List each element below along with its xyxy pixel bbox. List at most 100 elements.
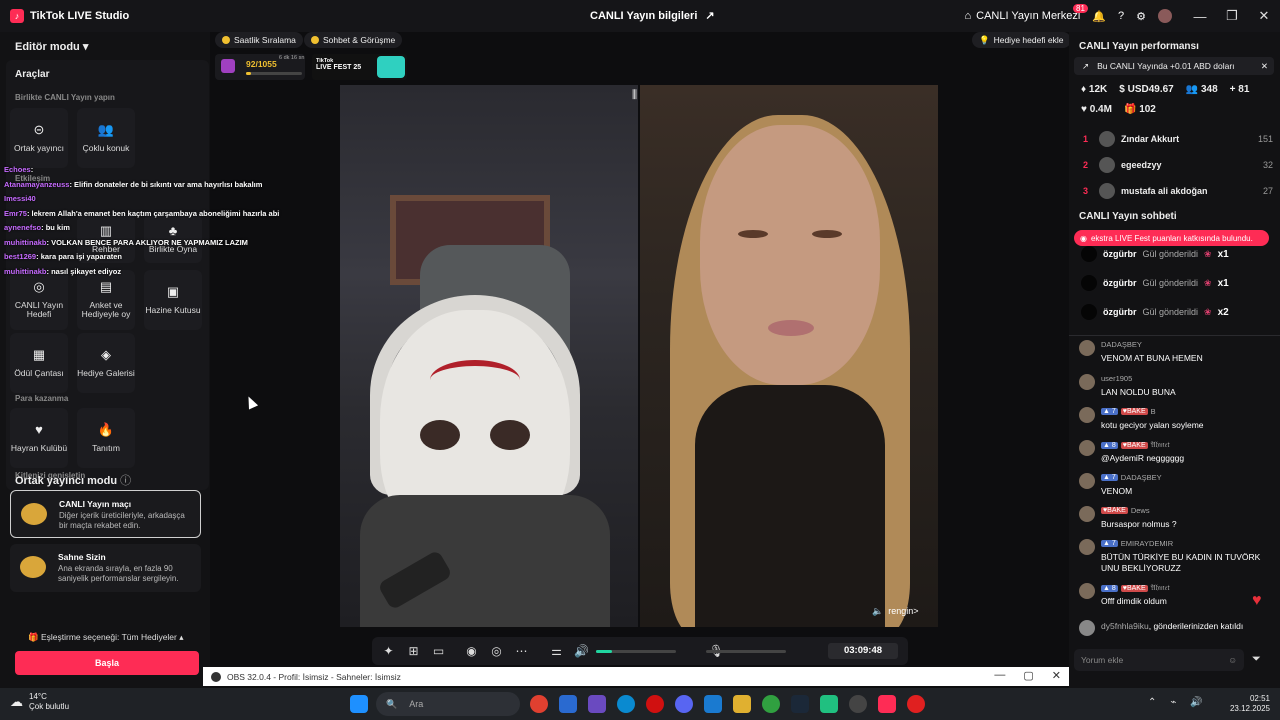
obs-taskbar-icon[interactable] — [849, 695, 867, 713]
avatar — [1079, 374, 1095, 390]
store-icon[interactable] — [559, 695, 577, 713]
teams-icon[interactable] — [588, 695, 606, 713]
adjust-icon[interactable]: ⚌ — [544, 644, 569, 658]
emoji-icon[interactable]: ☺ — [1228, 655, 1237, 665]
search-icon: 🔍 — [386, 698, 398, 709]
edge-icon[interactable] — [617, 695, 635, 713]
matching-option[interactable]: 🎁 Eşleştirme seçeneği: Tüm Hediyeler ▴ — [28, 632, 184, 643]
overlay-chat-line: Imessi40 — [4, 194, 36, 203]
taskbar: ☁ 14°C Çok bulutlu 🔍 Ara ⌃ ⌁ 🔊 02:51 23.1… — [0, 688, 1280, 720]
stat-diamonds: ♦ 12K — [1081, 84, 1108, 95]
live-goal-widget[interactable]: 92/1055 6 dk 16 sn — [215, 54, 305, 80]
live-fest-banner[interactable]: TikTok LIVE FEST 25 — [312, 54, 407, 80]
hourly-ranking-chip[interactable]: Saatlik Sıralama — [215, 32, 303, 48]
close-icon[interactable]: ✕ — [1261, 61, 1268, 72]
mic-slider[interactable] — [706, 650, 786, 653]
steam-icon[interactable] — [791, 695, 809, 713]
screen-icon[interactable]: ▭ — [426, 644, 451, 658]
cloud-icon: ☁ — [10, 694, 23, 709]
effects-icon[interactable]: ✦ — [376, 644, 401, 658]
volume-tray-icon[interactable]: 🔊 — [1190, 697, 1202, 708]
overlay-chat-line: muhittinakb: nasıl şikayet ediyoz — [4, 266, 122, 276]
record-icon[interactable]: ◉ — [459, 644, 484, 658]
cohost-mode-heading: Ortak yayıncı modu ⓘ — [15, 475, 132, 487]
weather-widget[interactable]: ☁ 14°C Çok bulutlu — [10, 692, 69, 712]
earnings-banner: ↗ Bu CANLI Yayında +0.01 ABD doları ✕ — [1074, 57, 1274, 75]
live-info-title[interactable]: CANLI Yayın bilgileri ↗ — [590, 9, 715, 23]
treasure-box-icon: ▣ — [166, 283, 180, 299]
tool-cohost[interactable]: ⊝ Ortak yayıncı — [10, 108, 68, 168]
network-icon[interactable]: ⌁ — [1170, 697, 1176, 708]
tool-multi-guest[interactable]: 👥 Çoklu konuk — [77, 108, 135, 168]
rank-row[interactable]: 2 egeedzyy 32 — [1083, 156, 1273, 174]
notification-bell-icon[interactable]: 🔔 — [1092, 10, 1106, 23]
app-icon[interactable] — [820, 695, 838, 713]
folder-icon[interactable] — [733, 695, 751, 713]
fest-icon: ◉ — [1080, 233, 1087, 243]
comment-input[interactable]: Yorum ekle ☺ — [1074, 649, 1244, 671]
fest-points-banner: ◉ ekstra LIVE Fest puanları katkısında bu… — [1074, 230, 1269, 246]
stat-usd: $ USD49.67 — [1119, 84, 1174, 95]
minimize-button[interactable]: — — [1184, 9, 1216, 24]
chat-meet-chip[interactable]: Sohbet & Görüşme — [304, 32, 403, 48]
avatar — [1081, 304, 1097, 320]
live-timer: 03:09:48 — [828, 643, 898, 659]
volume-slider[interactable] — [596, 650, 676, 653]
info-icon[interactable]: ⓘ — [120, 475, 131, 487]
mail-icon[interactable] — [704, 695, 722, 713]
users-icon: 👥 — [97, 121, 115, 137]
share-icon[interactable]: ↗ — [705, 9, 714, 22]
start-button[interactable]: Başla — [15, 651, 199, 675]
more-icon[interactable]: ⋯ — [509, 644, 534, 658]
guest-label[interactable]: 🔈 rengin> — [872, 606, 919, 617]
volume-icon[interactable]: 🔊 — [569, 644, 594, 658]
mode-live-match[interactable]: CANLI Yayın maçı Diğer içerik üreticiler… — [10, 490, 201, 538]
tool-live-goal[interactable]: ◎ CANLI Yayın Hedefi — [10, 270, 68, 330]
rank-row[interactable]: 1 Zındar Akkurt 151 — [1083, 130, 1273, 148]
live-center-button[interactable]: ⌂ CANLI Yayın Merkezi — [965, 10, 1081, 22]
obs-icon — [211, 671, 221, 682]
settings-gear-icon[interactable]: ⚙ — [1136, 10, 1146, 23]
mode-stage[interactable]: Sahne Sizin Ana ekranda sırayla, en fazl… — [10, 544, 201, 592]
tool-poll[interactable]: ▤ Anket ve Hediyeyle oy — [77, 270, 135, 330]
avatar[interactable] — [1158, 9, 1172, 23]
stats-row-1: ♦ 12K $ USD49.67 👥 348 + 81 — [1081, 84, 1249, 95]
overlay-chat-line: Echoes: — [4, 165, 34, 174]
discord-icon[interactable] — [675, 695, 693, 713]
maximize-button[interactable]: ❐ — [1216, 8, 1248, 24]
tool-gift-gallery[interactable]: ◈ Hediye Galerisi — [77, 333, 135, 393]
help-icon[interactable]: ? — [1118, 10, 1124, 22]
taskbar-search[interactable]: 🔍 Ara — [376, 692, 520, 716]
chevron-up-icon[interactable]: ⌃ — [1148, 697, 1156, 708]
tiktok-taskbar-icon[interactable] — [878, 695, 896, 713]
rank-row[interactable]: 3 mustafa ali akdoğan 27 — [1083, 182, 1273, 200]
editor-mode-dropdown[interactable]: Editör modu ▾ — [15, 40, 88, 53]
gift-goal-chip[interactable]: 💡 Hediye hedefi ekle — [972, 32, 1071, 48]
mode-desc: Diğer içerik üreticileriyle, arkadaşça b… — [59, 511, 185, 530]
link-icon: ⊝ — [33, 121, 45, 137]
host-video — [340, 85, 638, 627]
tool-treasure-box[interactable]: ▣ Hazine Kutusu — [144, 270, 202, 330]
opera-icon[interactable] — [646, 695, 664, 713]
obs-close-button[interactable]: ✕ — [1052, 669, 1061, 682]
tool-fan-club[interactable]: ♥ Hayran Kulübü — [10, 408, 68, 468]
obs-window-bar[interactable]: OBS 32.0.4 - Profil: İsimsiz - Sahneler:… — [203, 667, 1069, 686]
camera-icon[interactable]: ◎ — [484, 644, 509, 658]
tool-reward-bag[interactable]: ▦ Ödül Çantası — [10, 333, 68, 393]
obs-maximize-button[interactable]: ▢ — [1023, 669, 1033, 682]
windows-start-icon[interactable] — [350, 695, 368, 713]
add-source-icon[interactable]: ⊞ — [401, 644, 426, 658]
chrome-2-icon[interactable] — [762, 695, 780, 713]
youtube-icon[interactable] — [907, 695, 925, 713]
chrome-icon[interactable] — [530, 695, 548, 713]
clock[interactable]: 02:51 23.12.2025 — [1230, 694, 1270, 714]
filter-icon[interactable]: ⏷ — [1252, 653, 1261, 666]
right-panel: CANLI Yayın performansı ↗ Bu CANLI Yayın… — [1069, 32, 1280, 688]
layout-icon[interactable]: ⫼ — [632, 89, 637, 102]
close-button[interactable]: ✕ — [1248, 8, 1280, 24]
obs-minimize-button[interactable]: — — [994, 669, 1005, 682]
tool-promote[interactable]: 🔥 Tanıtım — [77, 408, 135, 468]
live-match-icon — [21, 503, 47, 525]
goal-value: 92/1055 — [246, 59, 277, 69]
avatar — [1099, 183, 1115, 199]
